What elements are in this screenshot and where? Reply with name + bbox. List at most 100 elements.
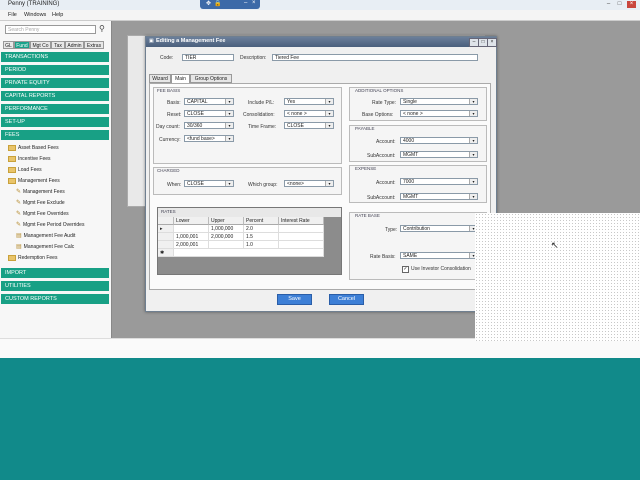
row-selector[interactable] xyxy=(158,241,174,249)
section-custom-reports[interactable]: CUSTOM REPORTS xyxy=(1,294,109,305)
table-cell[interactable] xyxy=(279,233,324,241)
section-period[interactable]: PERIOD xyxy=(1,65,109,76)
table-cell[interactable]: 2,000,001 xyxy=(174,241,209,249)
tab-tax[interactable]: Tax xyxy=(51,41,65,49)
tree-load-fees[interactable]: Load Fees xyxy=(8,166,42,174)
tree-redemption-fees[interactable]: Redemption Fees xyxy=(8,254,57,262)
tree-management-fees-folder[interactable]: Management Fees xyxy=(8,177,60,185)
navigation-sidebar: Search Penny ⚲ GL Fund Mgt Co Tax Admin … xyxy=(0,21,112,338)
tree-mgmt-fee-overrides[interactable]: ✎ Mgmt Fee Overrides xyxy=(16,210,69,218)
tree-mgmt-fee-exclude[interactable]: ✎ Mgmt Fee Exclude xyxy=(16,199,65,207)
tab-wizard[interactable]: Wizard xyxy=(149,74,171,83)
table-cell[interactable] xyxy=(174,225,209,233)
tab-extras[interactable]: Extras xyxy=(84,41,104,49)
payable-account-select[interactable]: 4000 ▾ xyxy=(400,137,478,144)
code-field[interactable]: TIER xyxy=(182,54,234,61)
base-options-select[interactable]: < none > ▾ xyxy=(400,110,478,117)
tree-incentive-fees[interactable]: Incentive Fees xyxy=(8,155,51,163)
time-frame-select[interactable]: CLOSE ▾ xyxy=(284,122,334,129)
currency-select[interactable]: <fund base> ▾ xyxy=(184,135,234,142)
tab-gl[interactable]: GL xyxy=(3,41,14,49)
tree-mgmt-fee-period-overrides[interactable]: ✎ Mgmt Fee Period Overrides xyxy=(16,221,84,229)
section-performance[interactable]: PERFORMANCE xyxy=(1,104,109,115)
time-frame-label: Time Frame: xyxy=(248,124,277,130)
minimize-button[interactable]: – xyxy=(604,1,613,8)
table-cell[interactable]: 1.5 xyxy=(244,233,279,241)
row-pointer-icon[interactable]: ▸ xyxy=(158,225,174,233)
table-cell[interactable]: 2.0 xyxy=(244,225,279,233)
menu-file[interactable]: File xyxy=(8,12,17,18)
include-pl-select[interactable]: Yes ▾ xyxy=(284,98,334,105)
which-group-value: <none> xyxy=(287,181,304,187)
tree-management-fee-calc[interactable]: ▤ Management Fee Calc xyxy=(16,243,74,251)
day-count-select[interactable]: 30/360 ▾ xyxy=(184,122,234,129)
reset-select[interactable]: CLOSE ▾ xyxy=(184,110,234,117)
description-field[interactable]: Tiered Fee xyxy=(272,54,478,61)
table-cell[interactable]: 1,000,001 xyxy=(174,233,209,241)
tab-fund[interactable]: Fund xyxy=(14,41,30,49)
expense-subaccount-select[interactable]: MGMT ▾ xyxy=(400,193,478,200)
rate-base-type-select[interactable]: Contribution ▾ xyxy=(400,225,478,232)
section-fees[interactable]: FEES xyxy=(1,130,109,141)
tree-asset-based-fees[interactable]: Asset Based Fees xyxy=(8,144,59,152)
basis-label: Basis: xyxy=(167,100,181,106)
minimize-toolbar-icon[interactable]: – xyxy=(244,0,247,6)
column-header-upper[interactable]: Upper xyxy=(209,217,244,225)
basis-select[interactable]: CAPITAL ▾ xyxy=(184,98,234,105)
section-utilities[interactable]: UTILITIES xyxy=(1,281,109,292)
payable-subaccount-select[interactable]: MGMT ▾ xyxy=(400,151,478,158)
expense-subaccount-label: SubAccount: xyxy=(367,195,396,201)
rate-basis-value: SAME xyxy=(403,253,418,259)
time-frame-value: CLOSE xyxy=(287,123,304,129)
table-cell[interactable] xyxy=(279,241,324,249)
tree-management-fees[interactable]: ✎ Management Fees xyxy=(16,188,65,196)
when-select[interactable]: CLOSE ▾ xyxy=(184,180,234,187)
table-cell[interactable]: 1.0 xyxy=(244,241,279,249)
maximize-button[interactable]: □ xyxy=(615,1,624,8)
use-investor-consolidation-checkbox[interactable]: ✓ xyxy=(402,266,409,273)
rate-type-select[interactable]: Single ▾ xyxy=(400,98,478,105)
section-import[interactable]: IMPORT xyxy=(1,268,109,279)
tab-admin[interactable]: Admin xyxy=(65,41,84,49)
table-cell[interactable] xyxy=(209,241,244,249)
tab-mgt-co[interactable]: Mgt Co xyxy=(30,41,51,49)
tab-group-options[interactable]: Group Options xyxy=(190,74,232,83)
cancel-button[interactable]: Cancel xyxy=(329,294,364,305)
tab-main[interactable]: Main xyxy=(171,74,190,83)
menubar: File Windows Help xyxy=(0,10,640,21)
lock-icon[interactable]: 🔒 xyxy=(214,0,221,7)
search-input[interactable]: Search Penny xyxy=(5,25,96,34)
pin-icon[interactable]: ✥ xyxy=(206,0,211,7)
column-header-percent[interactable]: Percent xyxy=(244,217,279,225)
rate-basis-select[interactable]: SAME ▾ xyxy=(400,252,478,259)
consolidation-select[interactable]: < none > ▾ xyxy=(284,110,334,117)
section-set-up[interactable]: SET-UP xyxy=(1,117,109,128)
table-cell[interactable]: 2,000,000 xyxy=(209,233,244,241)
column-header-interest-rate[interactable]: Interest Rate xyxy=(279,217,324,225)
new-row[interactable] xyxy=(174,249,324,257)
tree-label: Management Fee Calc xyxy=(23,244,75,250)
search-icon[interactable]: ⚲ xyxy=(99,24,105,33)
which-group-select[interactable]: <none> ▾ xyxy=(284,180,334,187)
section-capital-reports[interactable]: CAPITAL REPORTS xyxy=(1,91,109,102)
new-row-icon[interactable]: ✱ xyxy=(158,249,174,257)
save-button[interactable]: Save xyxy=(277,294,312,305)
section-transactions[interactable]: TRANSACTIONS xyxy=(1,52,109,63)
tree-management-fee-audit[interactable]: ▤ Management Fee Audit xyxy=(16,232,75,240)
menu-help[interactable]: Help xyxy=(52,12,63,18)
app-title: Penny (TRAINING) xyxy=(8,1,60,7)
menu-windows[interactable]: Windows xyxy=(24,12,46,18)
reset-value: CLOSE xyxy=(187,111,204,117)
chevron-down-icon: ▾ xyxy=(469,194,477,199)
close-button[interactable]: × xyxy=(627,1,636,8)
expense-account-select[interactable]: 7000 ▾ xyxy=(400,178,478,185)
rate-base-type-value: Contribution xyxy=(403,226,430,232)
column-header-lower[interactable]: Lower xyxy=(174,217,209,225)
close-toolbar-icon[interactable]: × xyxy=(252,0,256,6)
additional-options-title: ADDITIONAL OPTIONS xyxy=(355,88,404,93)
row-selector[interactable] xyxy=(158,233,174,241)
table-cell[interactable]: 1,000,000 xyxy=(209,225,244,233)
section-private-equity[interactable]: PRIVATE EQUITY xyxy=(1,78,109,89)
table-cell[interactable] xyxy=(279,225,324,233)
dialog-close-button[interactable]: × xyxy=(487,38,497,47)
